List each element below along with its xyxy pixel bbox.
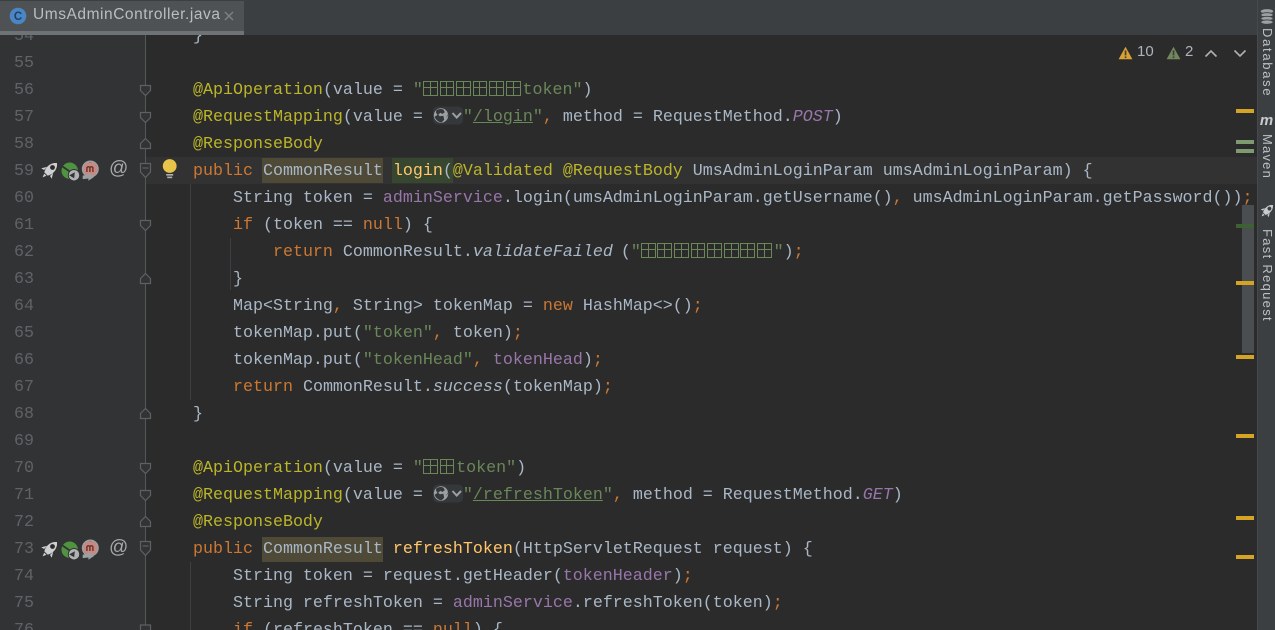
svg-text:C: C (14, 11, 22, 23)
